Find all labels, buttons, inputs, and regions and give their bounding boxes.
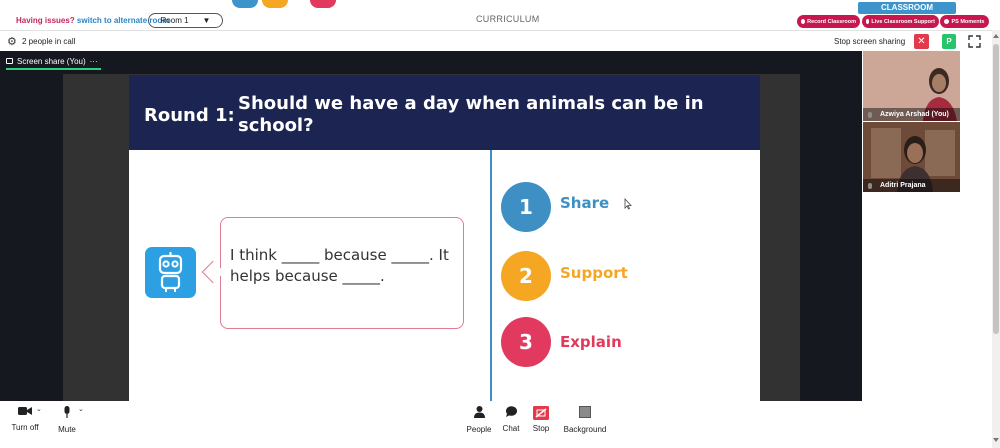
person-icon xyxy=(473,406,485,418)
stop-screen-sharing-label: Stop screen sharing xyxy=(834,37,906,46)
page-scrollbar[interactable] xyxy=(992,30,1000,448)
mouse-cursor-icon xyxy=(624,198,632,210)
scroll-thumb[interactable] xyxy=(993,44,999,334)
room-selector[interactable]: Room 1 ▼ xyxy=(148,13,223,28)
scroll-down-icon[interactable] xyxy=(993,438,999,442)
more-options-icon[interactable]: ··· xyxy=(90,57,98,66)
expand-icon[interactable] xyxy=(968,35,981,48)
caret-down-icon: ▼ xyxy=(202,16,211,25)
issue-question: Having issues? xyxy=(16,16,75,25)
participant-name: Azwiya Arshad (You) xyxy=(863,108,960,121)
gear-icon[interactable]: ⚙ xyxy=(7,35,17,48)
moments-icon xyxy=(944,19,950,24)
live-support-button[interactable]: Live Classroom Support xyxy=(862,15,939,28)
support-icon xyxy=(866,19,870,24)
classroom-tab[interactable]: CLASSROOM xyxy=(858,2,956,14)
round-label: Round 1: xyxy=(144,105,235,126)
slide-header: Round 1: Should we have a day when anima… xyxy=(129,75,760,150)
brand-decoration-orange xyxy=(262,0,288,8)
screen-share-tab[interactable]: Screen share (You) ··· xyxy=(6,56,101,70)
step-3-circle: 3 xyxy=(501,317,551,367)
mute-button[interactable]: Mute xyxy=(54,406,80,434)
ps-moments-button[interactable]: PS Moments xyxy=(940,15,989,28)
participant-tile[interactable]: Aditri Prajana xyxy=(863,122,960,192)
screen-share-label: Screen share (You) xyxy=(17,56,86,66)
p-badge[interactable]: P xyxy=(942,34,956,49)
room-label: Room 1 xyxy=(160,16,189,25)
step-1-circle: 1 xyxy=(501,182,551,232)
slide-question: Should we have a day when animals can be… xyxy=(238,93,704,136)
stop-sharing-close-icon[interactable]: ✕ xyxy=(914,34,929,49)
participant-name: Aditri Prajana xyxy=(863,179,960,192)
robot-icon xyxy=(145,247,196,298)
chat-icon xyxy=(505,406,517,417)
mic-icon xyxy=(64,406,70,418)
people-button[interactable]: People xyxy=(465,406,493,434)
curriculum-title: CURRICULUM xyxy=(476,14,540,24)
background-icon xyxy=(579,406,591,418)
people-count: 2 people in call xyxy=(22,37,76,46)
stop-sharing-button[interactable]: Stop xyxy=(530,406,552,433)
participants-panel: Azwiya Arshad (You) Aditri Prajana xyxy=(862,51,992,401)
scroll-up-icon[interactable] xyxy=(993,34,999,38)
mic-options-chevron-icon[interactable]: ⌄ xyxy=(78,405,84,413)
bottom-control-bar: Turn off ⌄ Mute ⌄ People Chat Stop Backg… xyxy=(0,401,992,448)
participant-tile[interactable]: Azwiya Arshad (You) xyxy=(863,51,960,121)
sentence-frame: I think _____ because _____. It helps be… xyxy=(230,246,449,285)
step-1-label: Share xyxy=(560,194,610,212)
step-3-label: Explain xyxy=(560,333,622,351)
step-2-circle: 2 xyxy=(501,251,551,301)
presentation-slide: Round 1: Should we have a day when anima… xyxy=(129,75,760,401)
record-icon xyxy=(801,19,806,24)
stop-share-icon xyxy=(533,406,549,420)
slide-divider xyxy=(490,150,492,401)
brand-decoration-red xyxy=(310,0,336,8)
background-button[interactable]: Background xyxy=(561,406,609,434)
top-bar: Having issues? switch to alternate room … xyxy=(0,0,1000,30)
camera-options-chevron-icon[interactable]: ⌄ xyxy=(36,405,42,413)
camera-icon xyxy=(18,407,32,415)
issue-notice: Having issues? switch to alternate room xyxy=(16,16,169,25)
chat-button[interactable]: Chat xyxy=(500,406,522,433)
screen-share-icon xyxy=(6,58,13,64)
app-root: Having issues? switch to alternate room … xyxy=(0,0,1000,448)
record-classroom-button[interactable]: Record Classroom xyxy=(797,15,860,28)
call-bar: ⚙ 2 people in call Stop screen sharing ✕… xyxy=(0,30,992,51)
step-2-label: Support xyxy=(560,264,628,282)
brand-decoration-blue xyxy=(232,0,258,8)
